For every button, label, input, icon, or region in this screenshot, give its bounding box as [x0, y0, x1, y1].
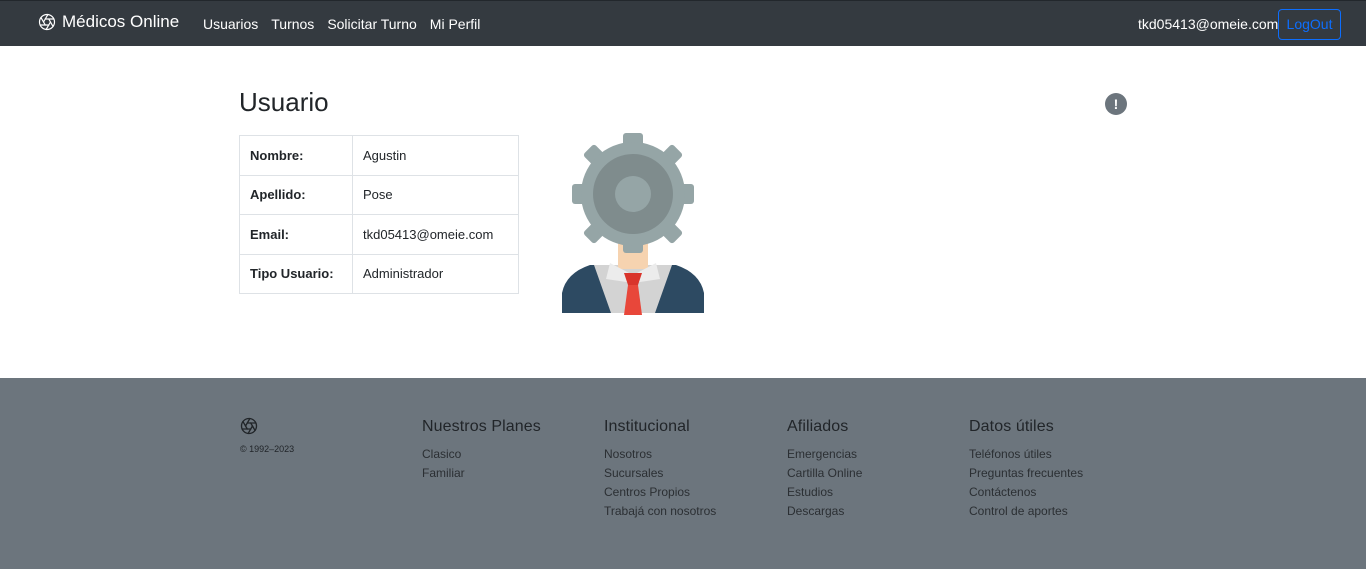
exclamation-circle-icon[interactable]: ! [1105, 93, 1127, 115]
brand-link[interactable]: Médicos Online [38, 12, 179, 32]
footer-heading: Institucional [604, 418, 690, 435]
brand-name: Médicos Online [62, 12, 180, 31]
footer-column-institucional: Institucional Nosotros Sucursales Centro… [604, 418, 716, 521]
copyright: © 1992–2023 [240, 444, 295, 454]
footer-link[interactable]: Teléfonos útiles [969, 445, 1083, 464]
footer-link[interactable]: Preguntas frecuentes [969, 464, 1083, 483]
nav-link-solicitar-turno[interactable]: Solicitar Turno [327, 16, 416, 32]
table-row: Email: tkd05413@omeie.com [239, 214, 519, 255]
footer-column-datos-utiles: Datos útiles Teléfonos útiles Preguntas … [969, 418, 1083, 521]
footer-link[interactable]: Centros Propios [604, 483, 716, 502]
apellido-label: Apellido: [239, 174, 353, 215]
footer-link[interactable]: Sucursales [604, 464, 716, 483]
footer-link[interactable]: Emergencias [787, 445, 862, 464]
user-email: tkd05413@omeie.com [1138, 16, 1279, 32]
footer-link[interactable]: Descargas [787, 502, 862, 521]
footer-heading: Datos útiles [969, 418, 1054, 435]
email-label: Email: [239, 214, 353, 255]
footer-link[interactable]: Nosotros [604, 445, 716, 464]
footer-link[interactable]: Cartilla Online [787, 464, 862, 483]
nombre-label: Nombre: [239, 135, 353, 176]
nav-links: Usuarios Turnos Solicitar Turno Mi Perfi… [203, 16, 493, 32]
footer-heading: Nuestros Planes [422, 418, 541, 435]
email-value: tkd05413@omeie.com [352, 214, 519, 255]
page-title: Usuario [239, 87, 329, 117]
aperture-icon [38, 13, 56, 31]
aperture-icon [240, 417, 258, 435]
footer-column-planes: Nuestros Planes Clasico Familiar [422, 418, 541, 483]
tipo-usuario-value: Administrador [352, 253, 519, 294]
nav-link-mi-perfil[interactable]: Mi Perfil [430, 16, 481, 32]
nav-link-usuarios[interactable]: Usuarios [203, 16, 258, 32]
table-row: Tipo Usuario: Administrador [239, 253, 519, 294]
table-row: Apellido: Pose [239, 174, 519, 215]
gear-head-businessman-icon [562, 133, 704, 315]
footer-heading: Afiliados [787, 418, 849, 435]
nombre-value: Agustin [352, 135, 519, 176]
footer-link[interactable]: Control de aportes [969, 502, 1083, 521]
navbar: Médicos Online Usuarios Turnos Solicitar… [0, 0, 1366, 46]
footer: © 1992–2023 Nuestros Planes Clasico Fami… [0, 378, 1366, 569]
nav-link-turnos[interactable]: Turnos [271, 16, 314, 32]
footer-column-afiliados: Afiliados Emergencias Cartilla Online Es… [787, 418, 862, 521]
tipo-usuario-label: Tipo Usuario: [239, 253, 353, 294]
footer-link[interactable]: Contáctenos [969, 483, 1083, 502]
apellido-value: Pose [352, 174, 519, 215]
footer-link[interactable]: Clasico [422, 445, 541, 464]
footer-link[interactable]: Trabajá con nosotros [604, 502, 716, 521]
footer-link[interactable]: Estudios [787, 483, 862, 502]
table-row: Nombre: Agustin [239, 135, 519, 176]
logout-button[interactable]: LogOut [1278, 9, 1341, 40]
footer-link[interactable]: Familiar [422, 464, 541, 483]
user-info-table: Nombre: Agustin Apellido: Pose Email: tk… [239, 135, 519, 294]
